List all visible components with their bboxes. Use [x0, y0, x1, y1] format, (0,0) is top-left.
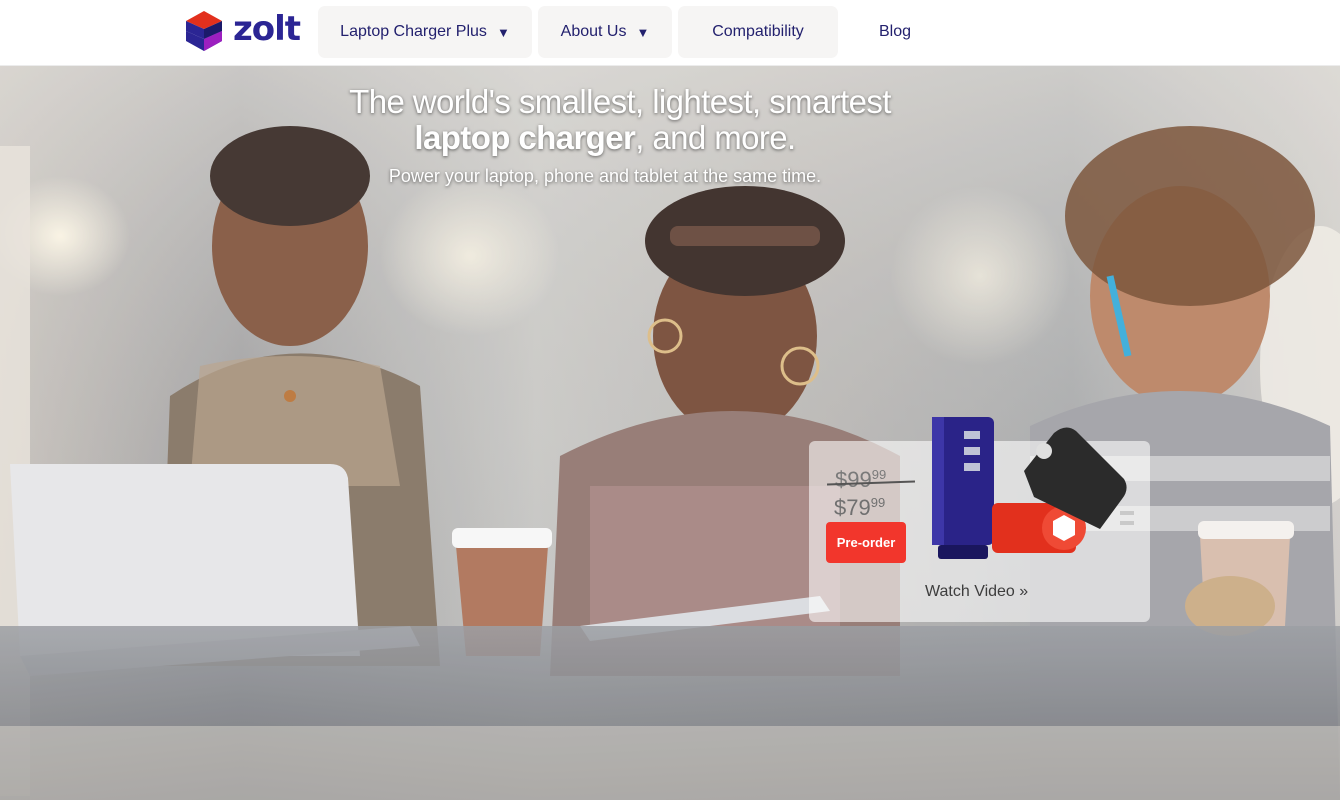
hero-subheadline: Power your laptop, phone and tablet at t…	[388, 166, 822, 186]
nav-blog[interactable]: Blog	[852, 6, 938, 58]
top-navbar: zolt Laptop Charger Plus ▼ About Us ▼ Co…	[0, 0, 1340, 66]
headline-bold: laptop charger	[414, 119, 636, 156]
charger-products-image	[932, 417, 1134, 559]
nav-label: About Us	[560, 23, 627, 40]
sale-price: $7999	[834, 495, 885, 521]
hero-banner: The world's smallest, lightest, smartest…	[0, 66, 1340, 800]
caret-down-icon: ▼	[636, 24, 650, 40]
nav-compatibility[interactable]: Compatibility	[678, 6, 838, 58]
nav-laptop-charger-plus[interactable]: Laptop Charger Plus ▼	[318, 6, 532, 58]
zolt-logo[interactable]: zolt	[182, 9, 301, 53]
preorder-button[interactable]: Pre-order	[826, 522, 906, 563]
nav-label: Compatibility	[712, 23, 804, 40]
headline-line-2-rest: , and more.	[635, 119, 796, 156]
hero-headline: The world's smallest, lightest, smartest…	[0, 84, 1340, 187]
watch-video-link[interactable]: Watch Video »	[925, 583, 1028, 601]
sale-price-main: $79	[834, 495, 871, 520]
zolt-logo-icon	[186, 11, 222, 51]
headline-line-1: The world's smallest, lightest, smartest	[349, 83, 891, 120]
nav-label: Blog	[878, 23, 912, 40]
old-price-cents: 99	[871, 467, 887, 482]
old-price-main: $99	[835, 467, 872, 492]
brand-name: zolt	[233, 9, 301, 49]
nav-about-us[interactable]: About Us ▼	[538, 6, 672, 58]
sale-price-cents: 99	[870, 495, 886, 510]
old-price: $9999	[826, 467, 916, 493]
caret-down-icon: ▼	[496, 24, 510, 40]
headline-line-2: laptop charger, and more.	[0, 120, 1340, 156]
nav-label: Laptop Charger Plus	[340, 23, 487, 40]
promo-card: $9999 $7999 Pre-order Watch Video »	[809, 417, 1150, 622]
